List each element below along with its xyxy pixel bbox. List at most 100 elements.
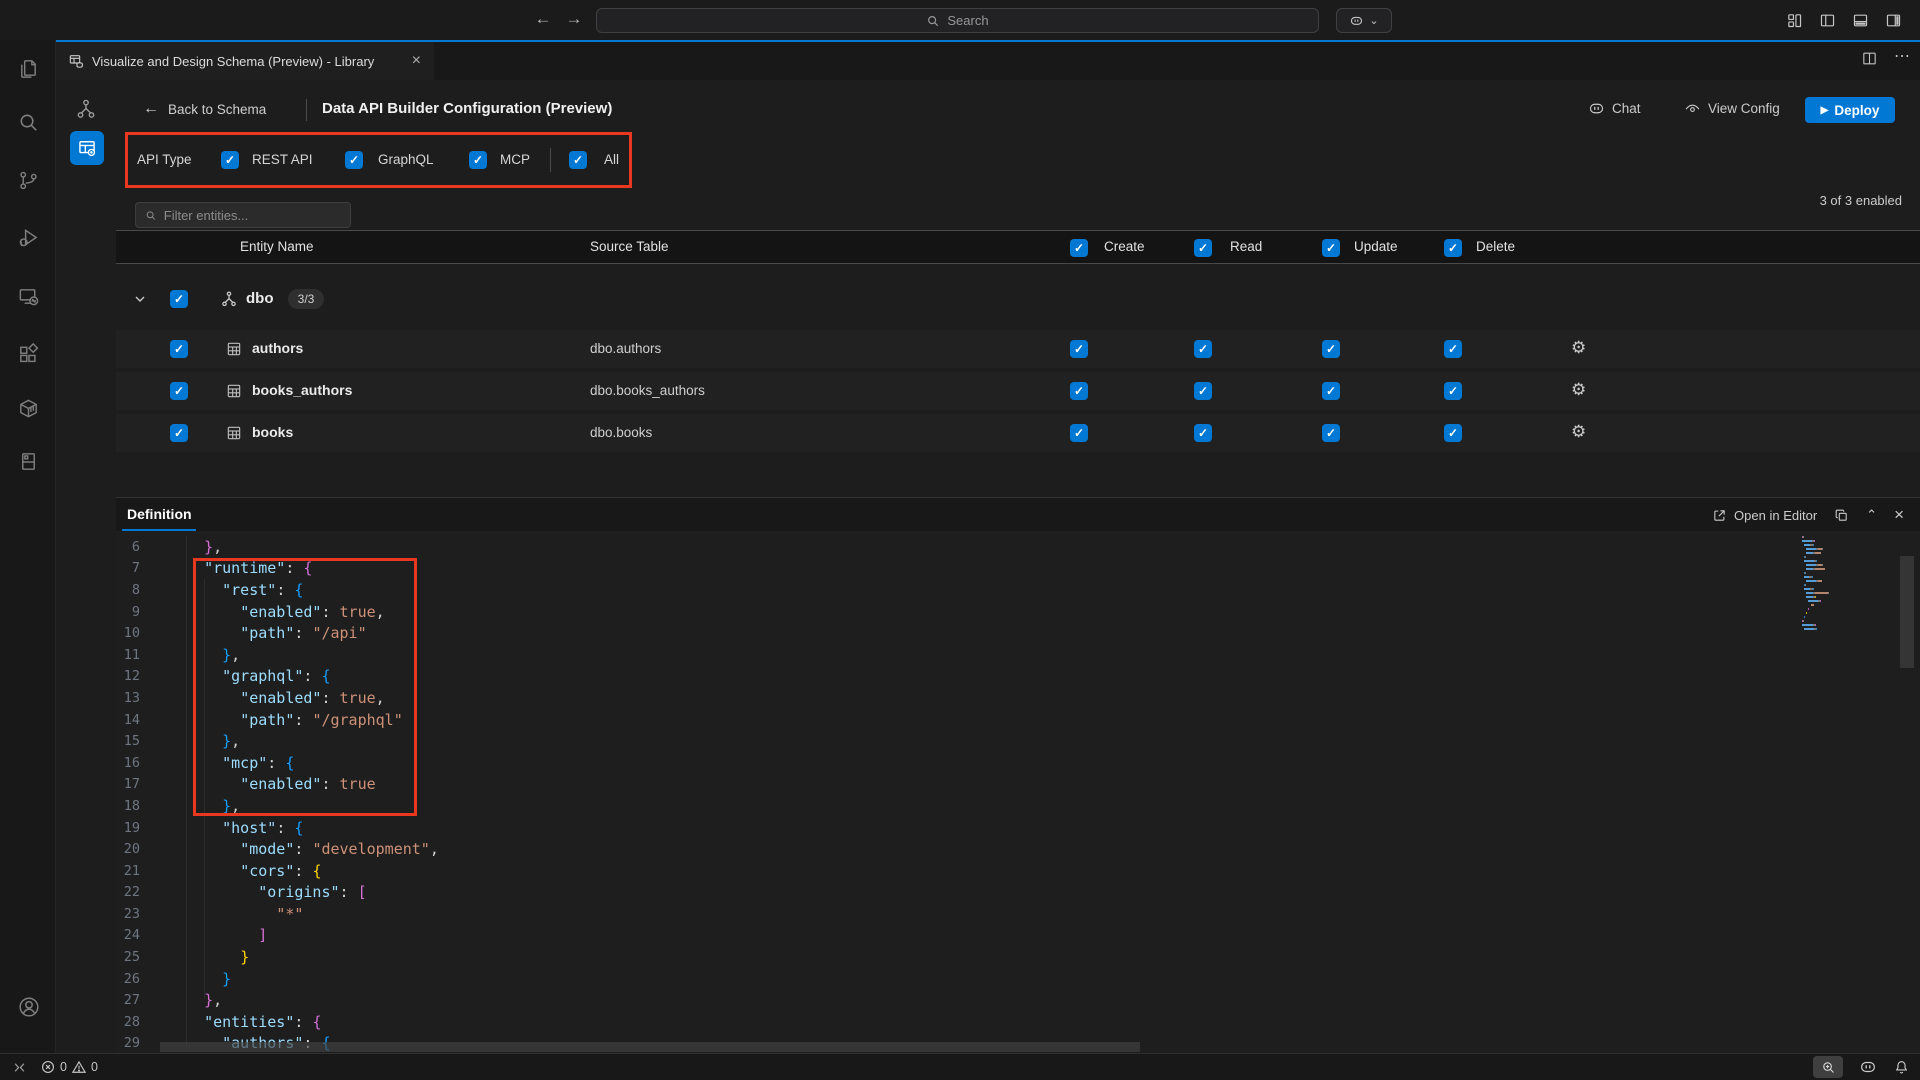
code-line-10: 10 "path": "/api": [116, 622, 1920, 644]
tab-close-icon[interactable]: ×: [409, 52, 424, 70]
accounts-icon[interactable]: [17, 995, 41, 1019]
search-view-icon[interactable]: [17, 111, 40, 134]
activity-bar: ⚙: [0, 40, 56, 1053]
line-content: "entities": {: [163, 1013, 321, 1031]
line-number: 18: [116, 798, 163, 814]
explorer-icon[interactable]: [17, 57, 40, 80]
op-checkbox-create-authors[interactable]: ✓: [1070, 340, 1088, 358]
api-type-checkbox-all[interactable]: ✓: [569, 151, 587, 169]
code-line-16: 16 "mcp": {: [116, 752, 1920, 774]
extensions-icon[interactable]: [17, 343, 40, 366]
dab-config-rail-button[interactable]: [70, 131, 104, 165]
customize-layout-icon[interactable]: [1786, 12, 1803, 29]
collapse-panel-chevron-icon[interactable]: ⌃: [1866, 507, 1877, 523]
entity-checkbox-authors[interactable]: ✓: [170, 340, 188, 358]
line-content: "enabled": true,: [163, 689, 385, 707]
more-actions-icon[interactable]: ⋯: [1894, 50, 1910, 67]
op-header-checkbox-delete[interactable]: ✓: [1444, 239, 1462, 257]
op-checkbox-update-books[interactable]: ✓: [1322, 424, 1340, 442]
api-type-checkbox-graphql[interactable]: ✓: [345, 151, 363, 169]
entity-settings-gear-icon[interactable]: ⚙: [1571, 423, 1586, 440]
op-checkbox-update-books-authors[interactable]: ✓: [1322, 382, 1340, 400]
entity-settings-gear-icon[interactable]: ⚙: [1571, 381, 1586, 398]
op-header-label-update: Update: [1354, 239, 1398, 254]
op-checkbox-read-authors[interactable]: ✓: [1194, 340, 1212, 358]
problems-status[interactable]: 0 0: [41, 1060, 98, 1074]
view-config-button[interactable]: View Config: [1684, 100, 1780, 117]
notifications-bell-icon[interactable]: [1893, 1059, 1910, 1076]
line-content: "path": "/graphql": [163, 711, 403, 729]
database-projects-icon[interactable]: [17, 450, 40, 473]
op-checkbox-delete-authors[interactable]: ✓: [1444, 340, 1462, 358]
filter-entities-box[interactable]: [135, 202, 351, 228]
code-line-28: 28 "entities": {: [116, 1011, 1920, 1033]
schema-group-row: ✓ dbo 3/3: [116, 280, 1920, 318]
split-editor-icon[interactable]: [1861, 50, 1878, 67]
op-checkbox-create-books[interactable]: ✓: [1070, 424, 1088, 442]
minimap[interactable]: [1800, 536, 1846, 632]
op-checkbox-read-books-authors[interactable]: ✓: [1194, 382, 1212, 400]
op-checkbox-update-authors[interactable]: ✓: [1322, 340, 1340, 358]
nav-forward-icon[interactable]: →: [563, 9, 585, 29]
op-checkbox-create-books-authors[interactable]: ✓: [1070, 382, 1088, 400]
back-arrow-icon: ←: [143, 100, 159, 118]
line-number: 15: [116, 733, 163, 749]
deploy-button[interactable]: ▶ Deploy: [1805, 97, 1895, 123]
source-control-icon[interactable]: [17, 169, 40, 192]
entity-name: books: [252, 424, 293, 440]
zoom-status-button[interactable]: [1813, 1056, 1843, 1078]
line-number: 20: [116, 841, 163, 857]
copy-icon[interactable]: [1834, 508, 1849, 523]
remote-explorer-icon[interactable]: [17, 285, 40, 308]
definition-tab-label[interactable]: Definition: [127, 506, 192, 522]
search-command-center[interactable]: Search: [596, 8, 1319, 33]
toggle-secondary-sidebar-icon[interactable]: [1885, 12, 1902, 29]
line-content: }: [163, 948, 249, 966]
definition-code-editor[interactable]: 6 },7 "runtime": {8 "rest": {9 "enabled"…: [116, 531, 1920, 1053]
group-collapse-chevron-icon[interactable]: [132, 291, 148, 307]
op-checkbox-read-books[interactable]: ✓: [1194, 424, 1212, 442]
open-in-editor-button[interactable]: Open in Editor: [1712, 508, 1817, 523]
entity-settings-gear-icon[interactable]: ⚙: [1571, 339, 1586, 356]
op-checkbox-delete-books[interactable]: ✓: [1444, 424, 1462, 442]
filter-entities-input[interactable]: [164, 208, 341, 223]
op-checkbox-delete-books-authors[interactable]: ✓: [1444, 382, 1462, 400]
run-debug-icon[interactable]: [17, 226, 40, 249]
copilot-status-icon[interactable]: [1859, 1058, 1877, 1076]
enabled-summary: 3 of 3 enabled: [1820, 193, 1902, 208]
remote-indicator-icon[interactable]: [12, 1060, 27, 1075]
code-line-20: 20 "mode": "development",: [116, 838, 1920, 860]
warnings-count: 0: [91, 1060, 98, 1074]
op-header-checkbox-update[interactable]: ✓: [1322, 239, 1340, 257]
line-number: 29: [116, 1035, 163, 1051]
entity-source: dbo.authors: [590, 341, 661, 356]
editor-vertical-scrollbar[interactable]: [1900, 556, 1914, 668]
schema-visualizer-icon[interactable]: [75, 98, 97, 120]
code-line-24: 24 ]: [116, 925, 1920, 947]
code-line-12: 12 "graphql": {: [116, 666, 1920, 688]
api-type-checkbox-mcp[interactable]: ✓: [469, 151, 487, 169]
code-line-14: 14 "path": "/graphql": [116, 709, 1920, 731]
group-name: dbo: [246, 290, 274, 307]
close-panel-icon[interactable]: ×: [1894, 505, 1904, 525]
api-type-checkbox-rest-api[interactable]: ✓: [221, 151, 239, 169]
line-number: 17: [116, 776, 163, 792]
editor-horizontal-scrollbar[interactable]: [160, 1042, 1140, 1052]
line-number: 8: [116, 582, 163, 598]
line-number: 26: [116, 971, 163, 987]
container-tools-icon[interactable]: [17, 397, 40, 420]
toggle-panel-icon[interactable]: [1852, 12, 1869, 29]
tab-visualize-design-schema[interactable]: Visualize and Design Schema (Preview) - …: [56, 42, 434, 80]
entity-checkbox-books-authors[interactable]: ✓: [170, 382, 188, 400]
op-header-checkbox-create[interactable]: ✓: [1070, 239, 1088, 257]
nav-back-icon[interactable]: ←: [532, 9, 554, 29]
op-header-checkbox-read[interactable]: ✓: [1194, 239, 1212, 257]
group-checkbox[interactable]: ✓: [170, 290, 188, 308]
entity-checkbox-books[interactable]: ✓: [170, 424, 188, 442]
toggle-sidebar-icon[interactable]: [1819, 12, 1836, 29]
chat-button[interactable]: Chat: [1588, 100, 1641, 117]
editor-tab-bar: Visualize and Design Schema (Preview) - …: [56, 40, 1920, 80]
copilot-menu-button[interactable]: ⌄: [1336, 8, 1392, 33]
line-content: "*": [163, 905, 303, 923]
back-to-schema-button[interactable]: ← Back to Schema: [143, 100, 266, 118]
